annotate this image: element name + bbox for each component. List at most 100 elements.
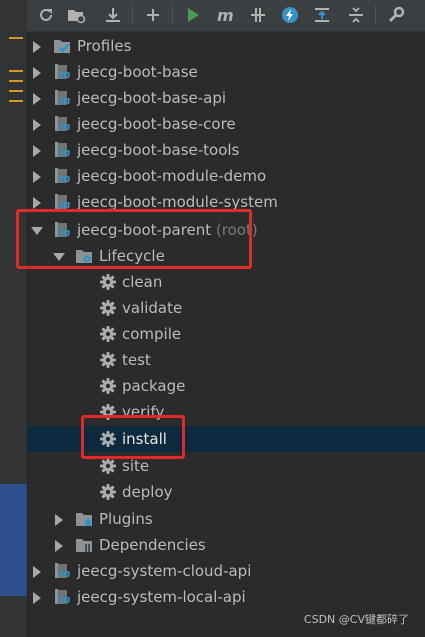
tree-node-label: compile <box>122 325 182 343</box>
maven-toolbar: m <box>27 0 425 32</box>
tree-node-label: jeecg-boot-parent (root) <box>77 220 258 240</box>
run-icon[interactable] <box>182 4 204 26</box>
tree-node-goal[interactable]: clean <box>27 269 425 295</box>
maven-goal-icon[interactable]: m <box>215 4 237 26</box>
expand-arrow-icon[interactable] <box>33 197 41 209</box>
tree-node-goal[interactable]: verify <box>27 399 425 425</box>
gutter-selection-highlight <box>0 484 27 596</box>
tree-node-goal[interactable]: deploy <box>27 479 425 505</box>
svg-text:m: m <box>217 6 234 24</box>
svg-text:m: m <box>59 593 70 606</box>
gutter-marker <box>9 80 23 82</box>
svg-text:m: m <box>59 120 70 133</box>
expand-arrow-icon[interactable] <box>33 592 41 604</box>
profiles-folder-icon <box>53 37 71 55</box>
refresh-icon[interactable] <box>35 4 57 26</box>
gear-icon <box>99 299 117 317</box>
expand-arrow-icon[interactable] <box>33 145 41 157</box>
tree-node-label: Profiles <box>77 37 132 55</box>
tree-node-module[interactable]: m jeecg-boot-base-tools <box>27 137 425 163</box>
gear-icon <box>99 483 117 501</box>
watermark: CSDN @CV键都碎了 <box>303 613 409 626</box>
svg-text:m: m <box>59 94 70 107</box>
tree-node-module[interactable]: m jeecg-system-local-api <box>27 584 425 610</box>
tree-node-label: install <box>122 430 167 448</box>
tree-node-label: Dependencies <box>99 536 206 554</box>
tree-node-label: jeecg-boot-base <box>77 63 198 81</box>
download-icon[interactable] <box>102 4 124 26</box>
tree-node-label: jeecg-boot-module-system <box>77 193 278 211</box>
gutter-marker <box>9 90 23 92</box>
maven-module-icon: m <box>53 63 71 81</box>
tree-node-label: package <box>122 377 186 395</box>
expand-arrow-icon[interactable] <box>33 171 41 183</box>
add-icon[interactable] <box>142 4 164 26</box>
dependencies-folder-icon <box>75 536 93 554</box>
show-dependencies-icon[interactable] <box>311 4 333 26</box>
svg-text:m: m <box>59 172 70 185</box>
tree-node-goal[interactable]: validate <box>27 295 425 321</box>
collapse-arrow-icon[interactable] <box>53 253 65 261</box>
gutter-marker <box>9 70 23 72</box>
lifecycle-folder-icon <box>75 247 93 265</box>
collapse-arrow-icon[interactable] <box>31 227 43 235</box>
maven-module-icon: m <box>53 167 71 185</box>
collapse-all-icon[interactable] <box>345 4 367 26</box>
tree-node-module[interactable]: m jeecg-system-cloud-api <box>27 558 425 584</box>
tree-node-label: validate <box>122 299 183 317</box>
gear-icon <box>99 430 117 448</box>
tree-node-module[interactable]: m jeecg-boot-base-core <box>27 111 425 137</box>
expand-arrow-icon[interactable] <box>33 566 41 578</box>
expand-arrow-icon[interactable] <box>33 93 41 105</box>
lightning-icon[interactable] <box>279 4 301 26</box>
tree-node-module[interactable]: m jeecg-boot-module-system <box>27 189 425 215</box>
tree-node-label: jeecg-system-cloud-api <box>77 562 252 580</box>
tree-node-label: jeecg-boot-base-tools <box>77 141 240 159</box>
tree-node-module[interactable]: m jeecg-boot-base-api <box>27 85 425 111</box>
tree-node-parent[interactable]: m jeecg-boot-parent (root) <box>27 217 425 243</box>
tree-node-lifecycle[interactable]: Lifecycle <box>27 243 425 269</box>
plugins-folder-icon <box>75 510 93 528</box>
tree-node-label: jeecg-boot-base-core <box>77 115 236 133</box>
tree-node-label: Lifecycle <box>99 247 165 265</box>
tree-node-goal[interactable]: package <box>27 373 425 399</box>
gear-icon <box>99 457 117 475</box>
toggle-offline-icon[interactable] <box>247 4 269 26</box>
svg-text:m: m <box>59 226 70 239</box>
maven-module-icon: m <box>53 115 71 133</box>
parent-name: jeecg-boot-parent <box>77 221 212 239</box>
maven-projects-tree: Profiles m jeecg-boot-base m jeecg-boot-… <box>27 33 425 637</box>
tree-node-profiles[interactable]: Profiles <box>27 33 425 59</box>
tree-node-label: test <box>122 351 151 369</box>
expand-arrow-icon[interactable] <box>55 514 63 526</box>
tree-node-module[interactable]: m jeecg-boot-base <box>27 59 425 85</box>
gear-icon <box>99 351 117 369</box>
maven-module-icon: m <box>53 562 71 580</box>
gutter-marker <box>9 37 23 39</box>
tree-node-dependencies[interactable]: Dependencies <box>27 532 425 558</box>
gear-icon <box>99 325 117 343</box>
svg-text:m: m <box>59 68 70 81</box>
tree-node-goal[interactable]: compile <box>27 321 425 347</box>
expand-arrow-icon[interactable] <box>33 67 41 79</box>
svg-text:m: m <box>59 146 70 159</box>
root-suffix: (root) <box>215 221 258 239</box>
gear-icon <box>99 273 117 291</box>
svg-text:m: m <box>59 567 70 580</box>
tree-node-goal[interactable]: test <box>27 347 425 373</box>
maven-module-icon: m <box>53 89 71 107</box>
tree-node-plugins[interactable]: Plugins <box>27 506 425 532</box>
tree-node-label: verify <box>122 403 165 421</box>
tree-node-label: jeecg-boot-module-demo <box>77 167 267 185</box>
expand-arrow-icon[interactable] <box>33 119 41 131</box>
tree-node-label: jeecg-boot-base-api <box>77 89 227 107</box>
settings-wrench-icon[interactable] <box>385 4 407 26</box>
reimport-folder-icon[interactable] <box>65 4 87 26</box>
expand-arrow-icon[interactable] <box>33 41 41 53</box>
tree-node-label: jeecg-system-local-api <box>77 588 246 606</box>
tree-node-goal-selected[interactable]: install <box>27 426 425 452</box>
maven-module-icon: m <box>53 141 71 159</box>
expand-arrow-icon[interactable] <box>55 540 63 552</box>
tree-node-goal[interactable]: site <box>27 453 425 479</box>
tree-node-module[interactable]: m jeecg-boot-module-demo <box>27 163 425 189</box>
